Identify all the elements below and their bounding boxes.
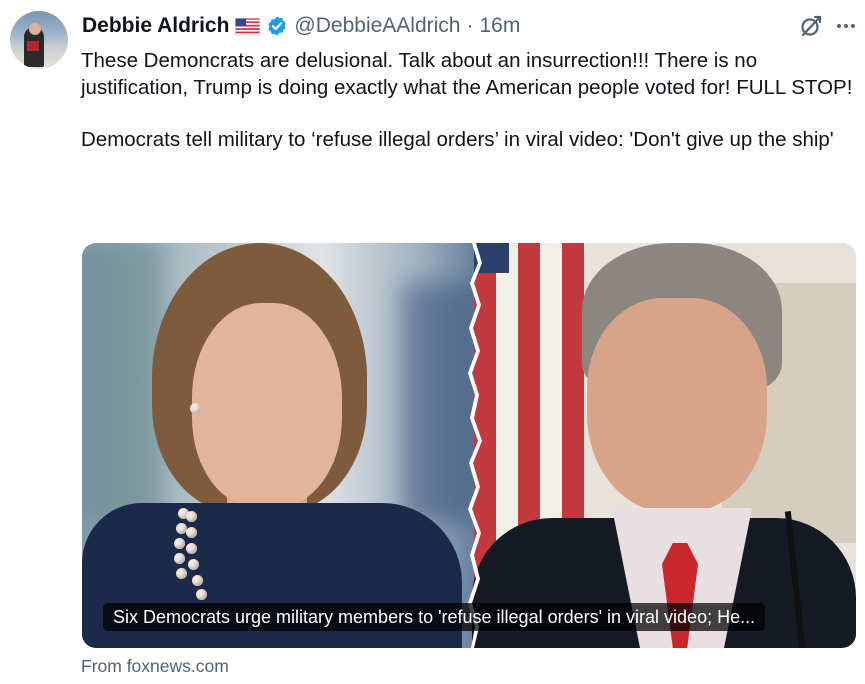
- avatar-scarf: [27, 41, 39, 51]
- card-caption: Six Democrats urge military members to '…: [103, 603, 766, 631]
- author-name[interactable]: Debbie Aldrich: [82, 14, 229, 38]
- tweet-text: These Demoncrats are delusional. Talk ab…: [81, 48, 861, 154]
- man-face: [587, 298, 767, 513]
- more-icon[interactable]: [837, 24, 855, 28]
- tweet-paragraph: These Demoncrats are delusional. Talk ab…: [81, 49, 853, 99]
- tweet-paragraph: Democrats tell military to ‘refuse illeg…: [81, 128, 834, 151]
- us-flag-icon: [235, 17, 261, 35]
- link-card[interactable]: Six Democrats urge military members to '…: [82, 243, 856, 648]
- tweet-header: Debbie Aldrich @DebbieAAldrich · 16m: [82, 13, 520, 39]
- grok-icon[interactable]: [799, 14, 823, 38]
- avatar-head: [29, 23, 41, 35]
- woman-face: [192, 303, 342, 508]
- author-handle[interactable]: @DebbieAAldrich: [294, 14, 460, 38]
- tweet-actions: [799, 14, 855, 38]
- separator-dot: ·: [466, 14, 474, 37]
- torn-edge: [468, 243, 482, 648]
- verified-badge-icon: [268, 16, 287, 36]
- avatar[interactable]: [10, 11, 68, 69]
- card-source[interactable]: From foxnews.com: [81, 656, 229, 677]
- timestamp[interactable]: 16m: [479, 14, 520, 38]
